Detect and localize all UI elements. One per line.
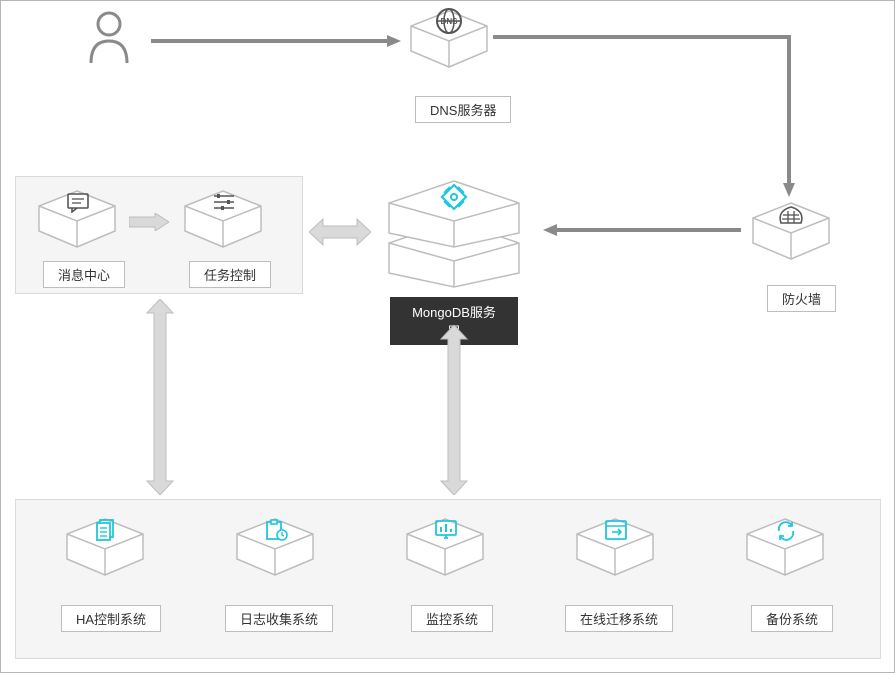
- svg-text:DNS: DNS: [441, 17, 459, 26]
- task-control-label: 任务控制: [189, 261, 271, 288]
- task-control-node: [181, 189, 265, 254]
- firewall-label: 防火墙: [767, 285, 836, 312]
- dns-node: DNS: [407, 9, 491, 74]
- window-arrow-icon: [605, 520, 627, 543]
- ha-label: HA控制系统: [61, 605, 161, 632]
- diagram-canvas: DNS DNS服务器 防火墙: [0, 0, 895, 673]
- ha-node: [63, 517, 147, 582]
- sliders-icon: [213, 193, 235, 214]
- arrow-leftpanel-bottom: [145, 299, 175, 495]
- clipboard-clock-icon: [265, 519, 289, 544]
- arrow-mongo-bottom: [439, 325, 469, 495]
- monitor-node: [403, 517, 487, 582]
- diamond-icon: [440, 183, 468, 214]
- firewall-icon: [779, 203, 803, 228]
- monitor-label: 监控系统: [411, 605, 493, 632]
- dns-icon: DNS: [435, 7, 463, 38]
- document-stack-icon: [95, 519, 117, 544]
- arrow-leftpanel-mongo: [309, 217, 371, 247]
- arrow-msg-to-task: [129, 213, 169, 231]
- migration-node: [573, 517, 657, 582]
- arrow-user-to-dns: [151, 34, 401, 46]
- arrow-firewall-to-mongo: [543, 223, 741, 235]
- backup-label: 备份系统: [751, 605, 833, 632]
- message-icon: [67, 193, 89, 216]
- log-node: [233, 517, 317, 582]
- mongodb-node: [379, 177, 529, 292]
- migration-label: 在线迁移系统: [565, 605, 673, 632]
- sync-icon: [775, 520, 797, 545]
- user-icon: [87, 11, 131, 65]
- backup-node: [743, 517, 827, 582]
- message-center-node: [35, 189, 119, 254]
- chart-icon: [435, 520, 457, 543]
- arrow-dns-to-firewall: [493, 31, 805, 201]
- log-label: 日志收集系统: [225, 605, 333, 632]
- message-center-label: 消息中心: [43, 261, 125, 288]
- firewall-node: [749, 201, 833, 266]
